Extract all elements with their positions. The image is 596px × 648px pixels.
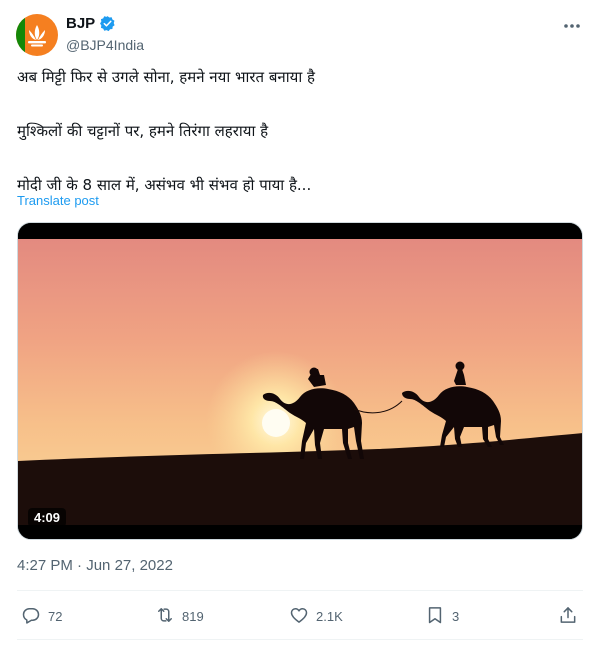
like-icon xyxy=(289,605,309,628)
tweet-line-2: मुश्किलों की चट्टानों पर, हमने तिरंगा लह… xyxy=(17,122,269,140)
reply-button[interactable]: 72 xyxy=(21,602,62,630)
bookmark-count: 3 xyxy=(452,608,460,624)
tweet-text: अब मिट्टी फिर से उगले सोना, हमने नया भार… xyxy=(17,68,577,195)
like-button[interactable]: 2.1K xyxy=(289,602,343,630)
timestamp-separator: · xyxy=(72,557,87,574)
video-thumbnail xyxy=(18,223,582,539)
verified-badge-icon xyxy=(99,15,116,32)
reply-count: 72 xyxy=(48,608,63,624)
repost-count: 819 xyxy=(182,608,204,624)
lotus-logo xyxy=(28,25,46,47)
video-duration: 4:09 xyxy=(28,508,67,527)
like-count: 2.1K xyxy=(316,608,343,624)
avatar[interactable] xyxy=(16,14,58,56)
bookmark-button[interactable]: 3 xyxy=(425,602,459,630)
action-bar: 72 819 2.1K 3 xyxy=(17,602,583,630)
name-row: BJP xyxy=(66,15,116,32)
tweet-card: BJP @BJP4India अब मिट्टी फिर से उगले सोन… xyxy=(0,0,596,648)
display-name[interactable]: BJP xyxy=(66,15,95,32)
share-icon xyxy=(558,605,578,628)
divider-bottom xyxy=(17,639,583,640)
divider-top xyxy=(17,590,583,591)
more-icon[interactable] xyxy=(560,16,584,36)
bookmark-icon xyxy=(425,605,445,628)
video-player[interactable]: 4:09 xyxy=(17,222,583,540)
translate-post-link[interactable]: Translate post xyxy=(17,193,99,208)
repost-icon xyxy=(155,605,175,628)
author-handle[interactable]: @BJP4India xyxy=(66,37,144,53)
tweet-line-1: अब मिट्टी फिर से उगले सोना, हमने नया भार… xyxy=(17,68,315,86)
post-date[interactable]: Jun 27, 2022 xyxy=(86,557,173,574)
post-time[interactable]: 4:27 PM xyxy=(17,557,73,574)
repost-button[interactable]: 819 xyxy=(155,602,204,630)
share-button[interactable] xyxy=(558,602,578,630)
post-timestamp[interactable]: 4:27 PM · Jun 27, 2022 xyxy=(17,557,173,574)
reply-icon xyxy=(21,605,41,628)
tweet-line-3: मोदी जी के 8 साल में, असंभव भी संभव हो प… xyxy=(17,176,312,194)
